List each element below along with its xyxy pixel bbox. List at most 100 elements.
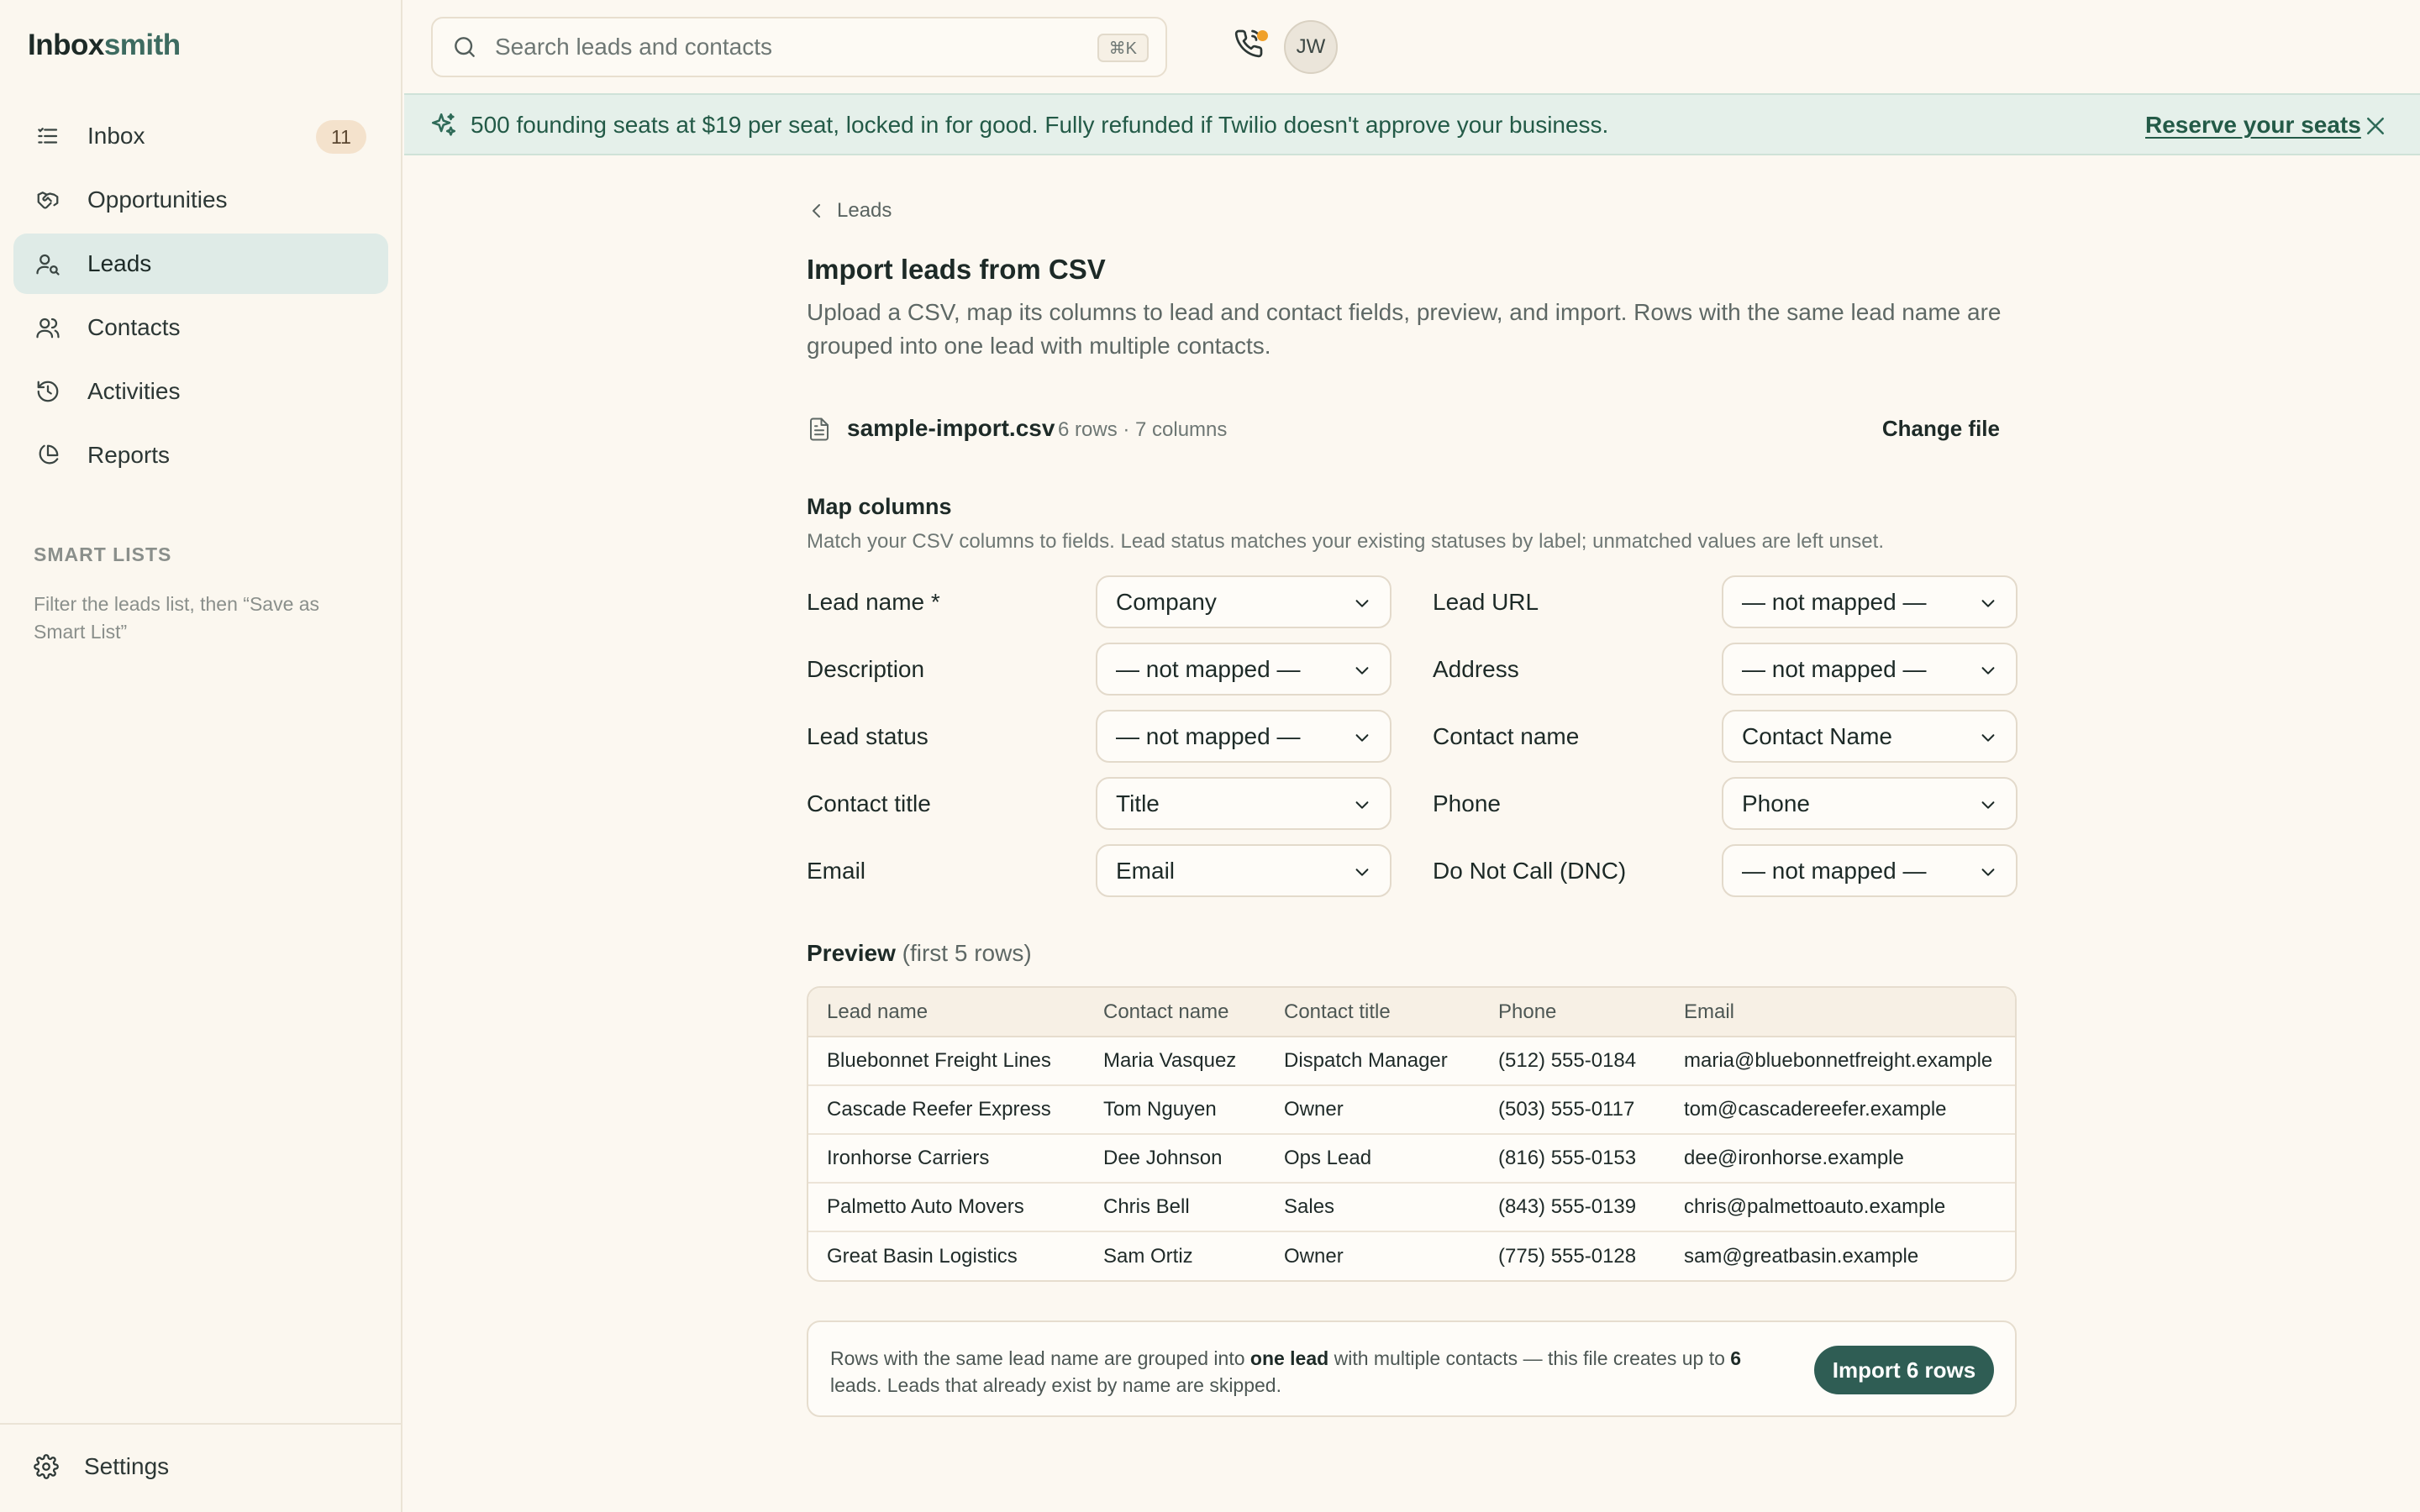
sidebar-item-label: Contacts — [87, 314, 181, 340]
table-row: Palmetto Auto Movers Chris Bell Sales (8… — [808, 1183, 2015, 1232]
mapping-row: Description — not mapped — Address — not… — [807, 643, 2018, 710]
chevron-down-icon — [1355, 869, 1369, 876]
banner-message: 500 founding seats at $19 per seat, lock… — [471, 112, 1609, 138]
users-icon — [34, 313, 62, 342]
mapping-row: Email Email Do Not Call (DNC) — not mapp… — [807, 844, 2018, 911]
map-columns-title: Map columns — [807, 494, 952, 519]
mapping-select-lead-status[interactable]: — not mapped — — [1096, 710, 1392, 763]
chevron-down-icon — [1355, 600, 1369, 607]
sidebar: Inboxsmith Inbox 11 Opportunities Leads — [0, 0, 402, 1512]
mapping-select-email[interactable]: Email — [1096, 844, 1392, 897]
cell-lead-name: Cascade Reefer Express — [808, 1085, 1085, 1135]
summary-text-part: leads. Leads that already exist by name … — [830, 1374, 1281, 1396]
cell-lead-name: Palmetto Auto Movers — [808, 1183, 1085, 1232]
smart-lists-hint: Filter the leads list, then “Save as Sma… — [34, 593, 320, 643]
cell-lead-name: Great Basin Logistics — [827, 1244, 1018, 1268]
app-root: Inboxsmith Inbox 11 Opportunities Leads — [0, 0, 2420, 1512]
change-file-button[interactable]: Change file — [1882, 416, 2000, 442]
history-icon — [34, 377, 62, 406]
chevron-left-icon — [813, 204, 820, 218]
cell-contact-title: Dispatch Manager — [1265, 1037, 1480, 1086]
sidebar-item-inbox[interactable]: Inbox 11 — [13, 106, 388, 166]
mapping-row: Lead status — not mapped — Contact name … — [807, 710, 2018, 777]
cell-contact-name: Tom Nguyen — [1085, 1085, 1265, 1135]
field-label-lead-status: Lead status — [807, 723, 929, 749]
mapping-select-description[interactable]: — not mapped — — [1096, 643, 1392, 696]
sidebar-item-leads[interactable]: Leads — [13, 234, 388, 294]
back-to-leads-link[interactable]: Leads — [807, 199, 892, 223]
phone-button[interactable] — [1234, 29, 1270, 66]
back-link-label: Leads — [837, 199, 892, 222]
column-header-phone: Phone — [1480, 988, 1665, 1037]
mapping-select-address[interactable]: — not mapped — — [1722, 643, 2018, 696]
table-row: Ironhorse Carriers Dee Johnson Ops Lead … — [808, 1134, 2015, 1184]
app-logo[interactable]: Inboxsmith — [28, 29, 181, 62]
selected-value: Company — [1116, 588, 1217, 615]
sidebar-item-contacts[interactable]: Contacts — [13, 297, 388, 358]
mapping-select-lead-name[interactable]: Company — [1096, 575, 1392, 628]
sidebar-item-opportunities[interactable]: Opportunities — [13, 170, 388, 230]
mapping-row: Lead name * Company Lead URL — not mappe… — [807, 575, 2018, 643]
file-icon — [810, 417, 829, 441]
sidebar-item-activities[interactable]: Activities — [13, 361, 388, 422]
preview-table: Lead name Contact name Contact title Pho… — [808, 988, 2015, 1280]
cell-email: dee@ironhorse.example — [1665, 1134, 2015, 1184]
search-icon — [455, 37, 475, 57]
column-header-contact-name: Contact name — [1085, 988, 1265, 1037]
preview-title: Preview — [807, 940, 896, 966]
mapping-select-phone[interactable]: Phone — [1722, 777, 2018, 830]
mapping-select-lead-url[interactable]: — not mapped — — [1722, 575, 2018, 628]
selected-value: — not mapped — — [1742, 857, 1927, 884]
cell-contact-name: Sam Ortiz — [1103, 1244, 1193, 1268]
import-summary-text: Rows with the same lead name are grouped… — [830, 1345, 1763, 1399]
promo-banner: 500 founding seats at $19 per seat, lock… — [404, 93, 2420, 155]
sidebar-item-label: Leads — [87, 250, 152, 276]
chevron-down-icon — [1355, 801, 1369, 809]
handshake-icon — [34, 186, 62, 214]
notification-dot — [1257, 30, 1268, 41]
column-header-contact-title: Contact title — [1265, 988, 1480, 1037]
cell-contact-name: Maria Vasquez — [1085, 1037, 1265, 1086]
sidebar-item-label: Inbox — [87, 123, 145, 149]
user-search-icon — [34, 249, 62, 278]
field-label-description: Description — [807, 656, 925, 682]
map-columns-subtitle: Match your CSV columns to fields. Lead s… — [807, 530, 1884, 553]
field-label-address: Address — [1433, 656, 1519, 682]
cell-contact-title: Ops Lead — [1265, 1134, 1480, 1184]
cell-contact-title: Owner — [1284, 1244, 1344, 1268]
mapping-select-do-not-call[interactable]: — not mapped — — [1722, 844, 2018, 897]
column-header-lead-name: Lead name — [808, 988, 1085, 1037]
search-box[interactable]: ⌘K — [431, 17, 1167, 77]
cell-email: chris@palmettoauto.example — [1665, 1183, 2015, 1232]
table-row: Bluebonnet Freight Lines Maria Vasquez D… — [808, 1037, 2015, 1086]
mapping-select-contact-title[interactable]: Title — [1096, 777, 1392, 830]
selected-value: Contact Name — [1742, 722, 1892, 749]
field-label-contact-title: Contact title — [807, 790, 931, 816]
mapping-select-contact-name[interactable]: Contact Name — [1722, 710, 2018, 763]
user-avatar[interactable]: JW — [1284, 20, 1338, 74]
selected-value: — not mapped — — [1116, 722, 1301, 749]
logo-accent-text: smith — [103, 29, 181, 61]
cell-phone: (843) 555-0139 — [1480, 1183, 1665, 1232]
selected-file-row: sample-import.csv 6 rows · 7 columns Cha… — [807, 409, 2000, 451]
table-row: Cascade Reefer Express Tom Nguyen Owner … — [808, 1085, 2015, 1135]
search-shortcut-hint: ⌘K — [1097, 34, 1149, 62]
field-label-lead-name: Lead name * — [807, 589, 940, 615]
cell-phone: (816) 555-0153 — [1480, 1134, 1665, 1184]
chevron-down-icon — [1981, 734, 1995, 742]
cell-email: tom@cascadereefer.example — [1665, 1085, 2015, 1135]
cell-lead-name: Ironhorse Carriers — [808, 1134, 1085, 1184]
search-input[interactable] — [493, 33, 1065, 61]
summary-text-part: with multiple contacts — this file creat… — [1328, 1347, 1731, 1369]
column-mapping-grid: Lead name * Company Lead URL — not mappe… — [807, 575, 2018, 911]
chevron-down-icon — [1981, 869, 1995, 876]
sidebar-item-settings[interactable]: Settings — [34, 1453, 169, 1480]
close-icon[interactable] — [2363, 113, 2388, 139]
page-title: Import leads from CSV — [807, 254, 1106, 285]
topbar: ⌘K JW — [404, 0, 2420, 93]
table-row: Great Basin Logistics Sam Ortiz Owner (7… — [808, 1231, 2015, 1280]
import-button[interactable]: Import 6 rows — [1814, 1346, 1994, 1394]
sidebar-item-reports[interactable]: Reports — [13, 425, 388, 486]
reserve-seats-link[interactable]: Reserve your seats — [2145, 112, 2361, 139]
field-label-lead-url: Lead URL — [1433, 589, 1539, 615]
